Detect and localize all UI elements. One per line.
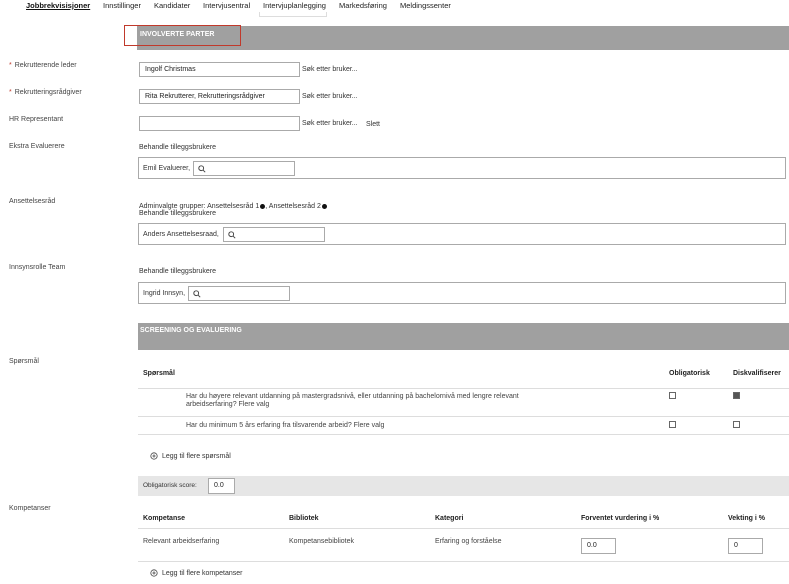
tab-intervjusentral[interactable]: Intervjusentral <box>203 1 250 10</box>
search-icon <box>193 290 201 298</box>
competence-label: Kompetanser <box>9 505 51 512</box>
add-competence-button[interactable]: Legg til flere kompetanser <box>150 569 243 577</box>
board-groups-prefix: Adminvalgte grupper: <box>139 203 206 210</box>
tab-indicator <box>259 12 327 17</box>
score-bar: Obligatorisk score: 0.0 <box>138 476 789 496</box>
highlight-frame <box>124 25 241 46</box>
recruiter-field[interactable]: Rita Rekrutterer, Rekrutteringsrådgiver <box>139 89 300 104</box>
question-2-mandatory-checkbox[interactable] <box>669 421 676 428</box>
tab-jobbrekvisisjoner[interactable]: Jobbrekvisisjoner <box>26 1 90 10</box>
insight-box: Ingrid Innsyn, <box>138 282 786 304</box>
info-icon[interactable] <box>321 203 327 209</box>
board-chip[interactable]: Anders Ansettelsesraad, <box>143 231 219 238</box>
expected-col-header: Forventet vurdering i % <box>581 515 660 522</box>
divider <box>138 561 789 562</box>
questions-col-header: Spørsmål <box>143 370 175 377</box>
recruiting-manager-field[interactable]: Ingolf Christmas <box>139 62 300 77</box>
hr-search-link[interactable]: Søk etter bruker... <box>302 120 358 127</box>
weight-col-header: Vekting i % <box>728 515 765 522</box>
board-group-2: , Ansettelsesråd 2 <box>265 203 321 210</box>
board-groups-line: Adminvalgte grupper: Ansettelsesråd 1 , A… <box>139 203 327 210</box>
screening-title: SCREENING OG EVALUERING <box>140 327 242 334</box>
insight-search-input[interactable] <box>188 286 290 301</box>
add-question-label: Legg til flere spørsmål <box>161 452 231 460</box>
divider <box>138 388 789 389</box>
plus-circle-icon <box>150 452 158 460</box>
score-label: Obligatorisk score: <box>143 482 197 489</box>
search-icon <box>198 165 206 173</box>
board-label: Ansettelsesråd <box>9 198 56 205</box>
mandatory-col-header: Obligatorisk <box>669 370 710 377</box>
divider <box>138 416 789 417</box>
plus-circle-icon <box>150 569 158 577</box>
insight-chip[interactable]: Ingrid Innsyn, <box>143 290 185 297</box>
extra-evaluators-label: Ekstra Evaluerere <box>9 143 65 150</box>
insight-label: Innsynsrolle Team <box>9 264 66 271</box>
screening-header: SCREENING OG EVALUERING <box>138 323 789 350</box>
divider <box>138 528 789 529</box>
tab-kandidater[interactable]: Kandidater <box>154 1 190 10</box>
board-search-input[interactable] <box>223 227 325 242</box>
tab-innstillinger[interactable]: Innstillinger <box>103 1 141 10</box>
question-1-disqualify-checkbox[interactable] <box>733 392 740 399</box>
category-col-header: Kategori <box>435 515 464 522</box>
hr-label: HR Representant <box>9 116 64 123</box>
expected-rating-input[interactable]: 0.0 <box>581 538 616 554</box>
recruiting-manager-label: * Rekrutterende leder <box>9 62 77 69</box>
recruiter-search-link[interactable]: Søk etter bruker... <box>302 93 358 100</box>
question-1-mandatory-checkbox[interactable] <box>669 392 676 399</box>
competence-row-category: Erfaring og forståelse <box>435 538 502 545</box>
hr-delete-link[interactable]: Slett <box>366 121 380 128</box>
competence-row-library: Kompetansebibliotek <box>289 538 354 545</box>
search-icon <box>228 231 236 239</box>
add-question-button[interactable]: Legg til flere spørsmål <box>150 452 231 460</box>
board-manage-link[interactable]: Behandle tilleggsbrukere <box>139 210 216 217</box>
extra-evaluator-chip[interactable]: Emil Evaluerer, <box>143 165 190 172</box>
tab-markedsforing[interactable]: Markedsføring <box>339 1 387 10</box>
disqualify-col-header: Diskvalifiserer <box>733 370 781 377</box>
competence-row-name: Relevant arbeidserfaring <box>143 538 220 545</box>
weight-input[interactable]: 0 <box>728 538 763 554</box>
library-col-header: Bibliotek <box>289 515 319 522</box>
extra-evaluators-box: Emil Evaluerer, <box>138 157 786 179</box>
tab-intervjuplanlegging[interactable]: Intervjuplanlegging <box>263 1 326 10</box>
hr-field[interactable] <box>139 116 300 131</box>
question-row-1-text: Har du høyere relevant utdanning på mast… <box>186 393 519 408</box>
board-group-1: Ansettelsesråd 1 <box>207 203 260 210</box>
extra-evaluators-search-input[interactable] <box>193 161 295 176</box>
recruiting-manager-search-link[interactable]: Søk etter bruker... <box>302 66 358 73</box>
questions-label: Spørsmål <box>9 358 39 365</box>
insight-manage-link[interactable]: Behandle tilleggsbrukere <box>139 268 216 275</box>
question-2-disqualify-checkbox[interactable] <box>733 421 740 428</box>
competence-col-header: Kompetanse <box>143 515 186 522</box>
board-box: Anders Ansettelsesraad, <box>138 223 786 245</box>
score-input[interactable]: 0.0 <box>208 478 235 494</box>
extra-evaluators-manage-link[interactable]: Behandle tilleggsbrukere <box>139 144 216 151</box>
divider <box>138 434 789 435</box>
tab-meldingssenter[interactable]: Meldingssenter <box>400 1 451 10</box>
add-competence-label: Legg til flere kompetanser <box>161 569 243 577</box>
question-row-2-text: Har du minimum 5 års erfaring fra tilsva… <box>186 422 385 429</box>
recruiter-label: * Rekrutteringsrådgiver <box>9 89 82 96</box>
